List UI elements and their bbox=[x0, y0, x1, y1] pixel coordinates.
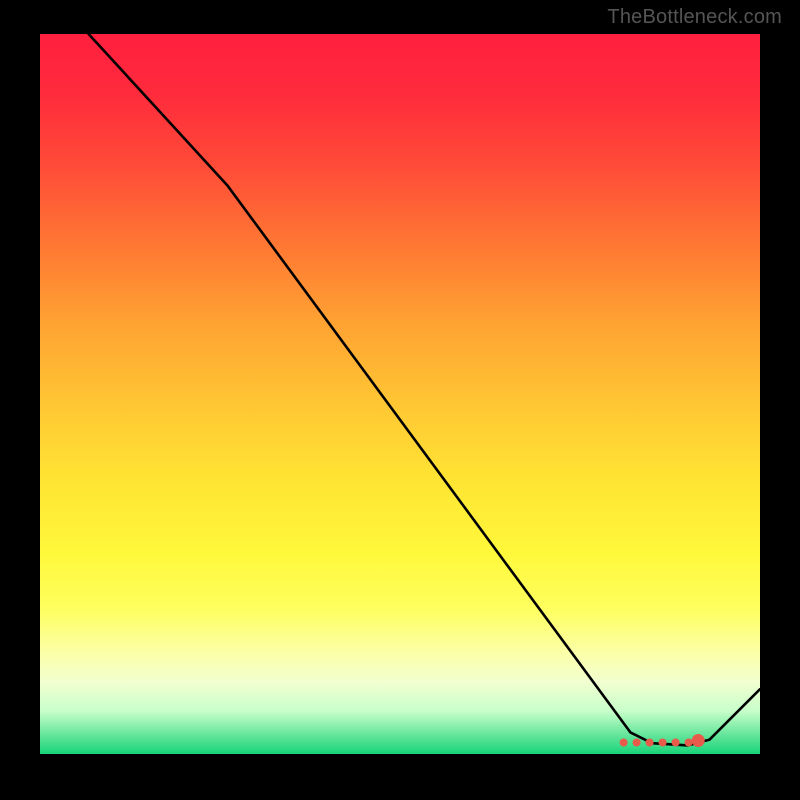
marker-dot bbox=[685, 739, 693, 747]
marker-end-dot bbox=[692, 734, 705, 747]
marker-band bbox=[620, 734, 705, 747]
marker-dot bbox=[672, 739, 680, 747]
marker-dot bbox=[620, 739, 628, 747]
marker-dot bbox=[646, 739, 654, 747]
curve-path bbox=[69, 34, 760, 745]
curve-series bbox=[69, 34, 760, 745]
plot-area bbox=[40, 34, 760, 754]
marker-dot bbox=[659, 739, 667, 747]
watermark-text: TheBottleneck.com bbox=[607, 6, 782, 29]
chart-frame: TheBottleneck.com bbox=[0, 0, 800, 800]
line-chart bbox=[40, 34, 760, 754]
marker-dot bbox=[633, 739, 641, 747]
